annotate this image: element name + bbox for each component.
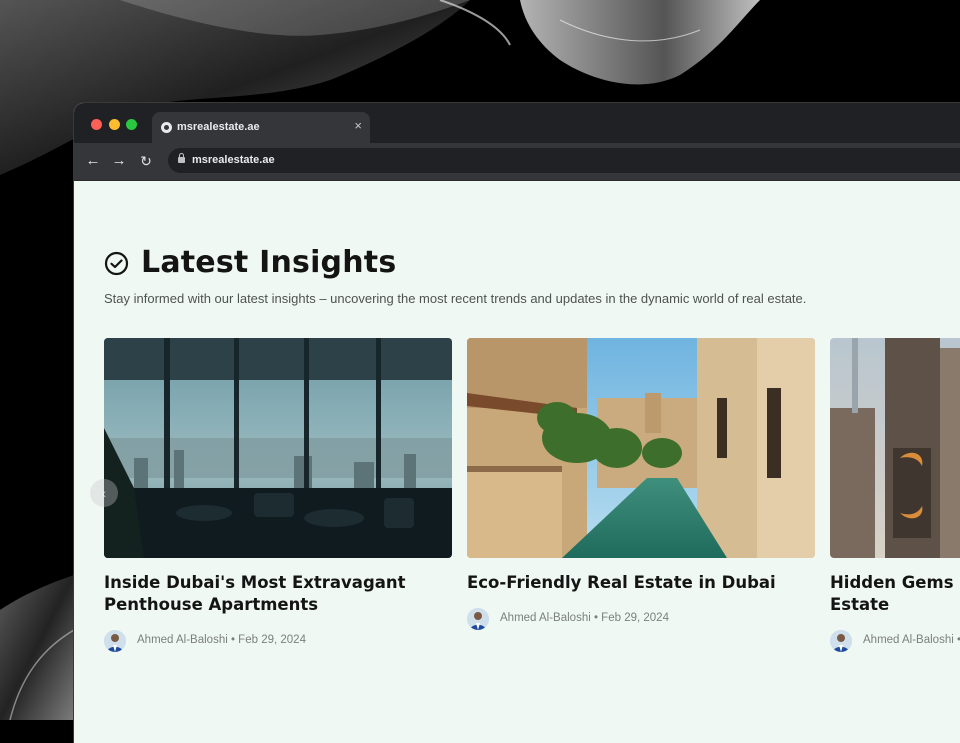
insight-card[interactable]: Eco-Friendly Real Estate in Dubai Ahmed … bbox=[467, 338, 815, 630]
url-text: msrealestate.ae bbox=[192, 154, 275, 166]
browser-window: msrealestate.ae × ← → ↻ msrealestate.ae … bbox=[74, 103, 960, 743]
card-title[interactable]: Inside Dubai's Most Extravagant Penthous… bbox=[104, 572, 452, 616]
tab-close-icon[interactable]: × bbox=[354, 119, 362, 132]
close-window-button[interactable] bbox=[91, 119, 102, 130]
card-image-canal[interactable] bbox=[467, 338, 815, 558]
insight-card[interactable]: Inside Dubai's Most Extravagant Penthous… bbox=[104, 338, 452, 652]
card-meta: Ahmed Al-Baloshi • Feb 29, 2024 bbox=[467, 608, 815, 630]
author-avatar bbox=[104, 630, 126, 652]
site-favicon-icon bbox=[161, 122, 172, 133]
card-meta: Ahmed Al-Baloshi • Feb 29, 2024 bbox=[104, 630, 452, 652]
author-avatar bbox=[467, 608, 489, 630]
forward-arrow-icon[interactable]: → bbox=[110, 152, 128, 170]
check-circle-icon bbox=[104, 251, 129, 276]
card-image-penthouse[interactable] bbox=[104, 338, 452, 558]
insight-card[interactable]: Hidden Gems in Dubai Real Estate Ahmed A… bbox=[830, 338, 960, 652]
carousel-prev-button[interactable]: ‹ bbox=[90, 479, 118, 507]
card-title[interactable]: Hidden Gems in Dubai Real Estate bbox=[830, 572, 960, 616]
page-content: Latest Insights Stay informed with our l… bbox=[74, 181, 960, 743]
card-image-skyline[interactable] bbox=[830, 338, 960, 558]
author-date-text: Ahmed Al-Baloshi • Feb 29, 2024 bbox=[137, 634, 306, 646]
browser-tab[interactable]: msrealestate.ae × bbox=[152, 112, 370, 143]
section-subtitle: Stay informed with our latest insights –… bbox=[104, 291, 807, 306]
minimize-window-button[interactable] bbox=[109, 119, 120, 130]
back-arrow-icon[interactable]: ← bbox=[84, 152, 102, 170]
section-title: Latest Insights bbox=[141, 245, 397, 280]
author-date-text: Ahmed Al-Baloshi • Feb 29, 2024 bbox=[500, 612, 669, 624]
browser-toolbar: ← → ↻ msrealestate.ae bbox=[74, 143, 960, 181]
card-title[interactable]: Eco-Friendly Real Estate in Dubai bbox=[467, 572, 815, 594]
tab-title: msrealestate.ae bbox=[177, 121, 260, 133]
lock-icon[interactable] bbox=[178, 153, 185, 165]
reload-icon[interactable]: ↻ bbox=[137, 152, 155, 170]
author-avatar bbox=[830, 630, 852, 652]
author-date-text: Ahmed Al-Baloshi • Feb 29, 2024 bbox=[863, 634, 960, 646]
maximize-window-button[interactable] bbox=[126, 119, 137, 130]
card-meta: Ahmed Al-Baloshi • Feb 29, 2024 bbox=[830, 630, 960, 652]
address-bar[interactable]: msrealestate.ae bbox=[168, 148, 960, 173]
browser-titlebar: msrealestate.ae × bbox=[74, 103, 960, 143]
